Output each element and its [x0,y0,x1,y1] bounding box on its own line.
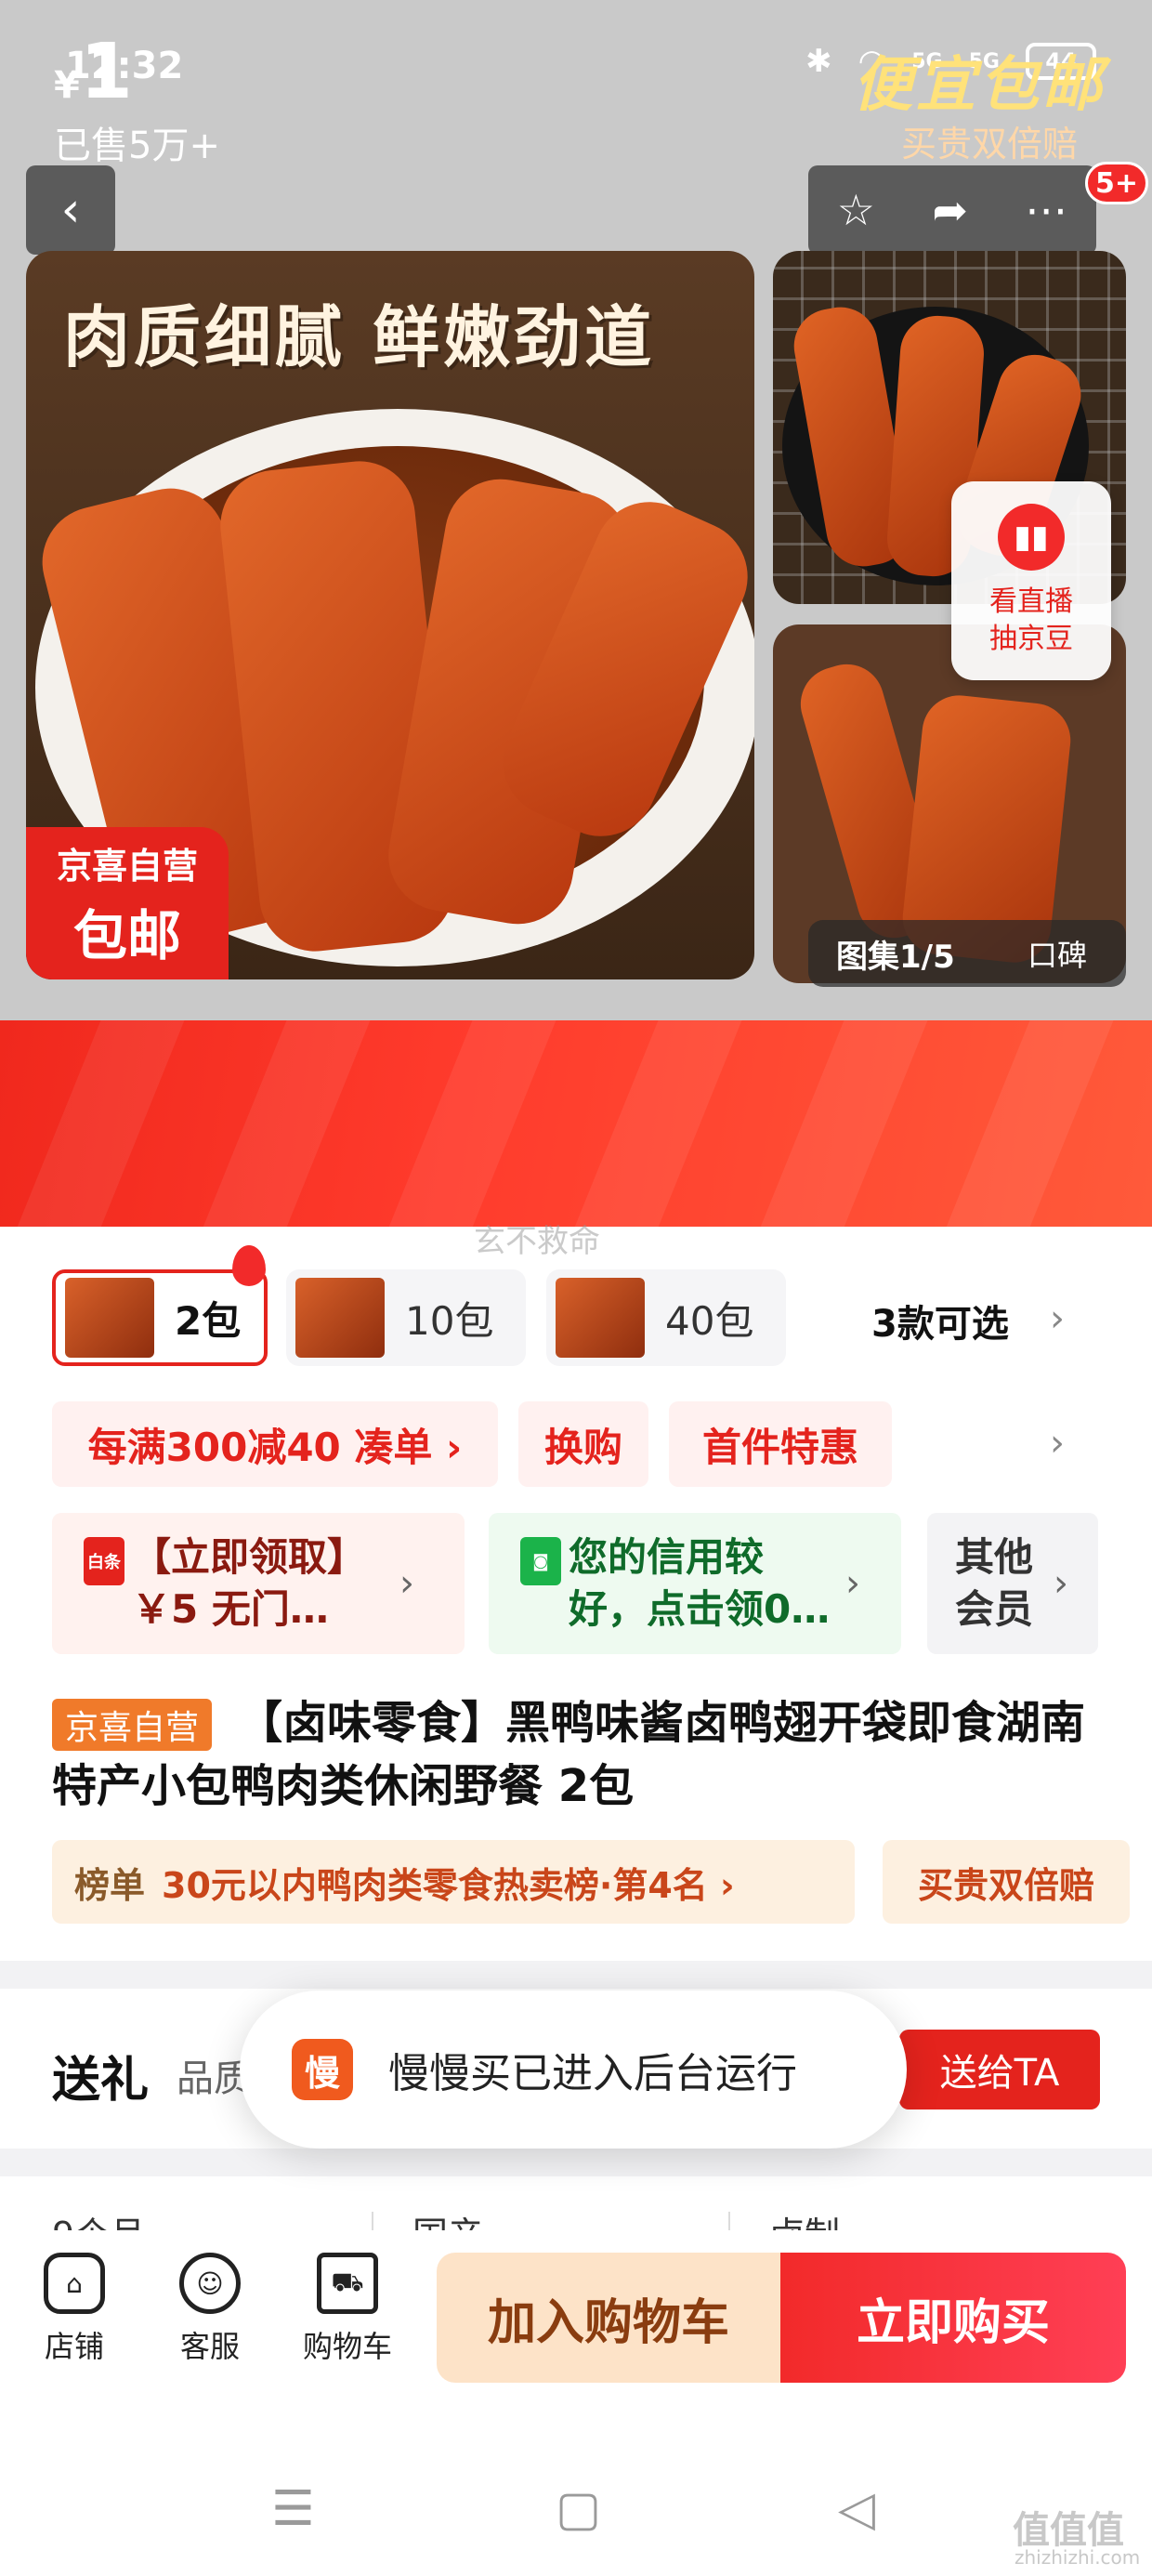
more-icon[interactable]: ⋯ [1025,185,1067,235]
variant-thumbnail [295,1278,385,1358]
cart-button[interactable]: ⛟ 购物车 [282,2253,412,2366]
live-icon: ▮▮ [998,504,1065,571]
benefit-card[interactable]: 其他会员 › [927,1513,1098,1654]
chevron-right-icon: › [845,1562,860,1605]
ranking-value: 30元以内鸭肉类零食热卖榜·第4名 › [162,1864,735,1906]
divider [0,1961,1152,1989]
buy-now-button[interactable]: 立即购买 [780,2253,1126,2383]
coupon-chip[interactable]: 每满300减40 凑单 › [52,1401,498,1487]
chevron-right-icon: › [399,1562,414,1605]
shipping-badge-line1: 京喜自营 [56,845,198,887]
coupon-chip[interactable]: 首件特惠 [669,1401,892,1487]
divider [0,2149,1152,2176]
star-icon[interactable]: ☆ [837,185,875,235]
shop-label: 店铺 [44,2329,104,2364]
toast-text: 慢慢买已进入后台运行 [388,2050,797,2097]
gallery-counter: 图集1/5 口碑 [808,920,1126,987]
back-icon[interactable]: ◁ [838,2481,875,2537]
variant-label: 10包 [405,1297,494,1344]
gallery-count[interactable]: 图集1/5 [808,931,1013,977]
price-guarantee[interactable]: 买贵双倍赔 [883,1840,1130,1924]
bluetooth-icon: ✱ [805,43,832,80]
wallet-icon: ◙ [520,1537,561,1585]
customer-service-button[interactable]: ☺ 客服 [145,2253,275,2366]
top-action-bar: ☆ ➦ ⋯ [808,165,1096,255]
cart-icon: ⛟ [317,2253,378,2314]
sold-count: 已售5万+ [54,125,220,167]
shipping-badge: 京喜自营 包邮 [26,827,229,979]
chevron-left-icon: ‹ [60,182,81,238]
background-toast: 慢 慢慢买已进入后台运行 [240,1991,907,2149]
variant-option[interactable]: 40包 [546,1269,786,1366]
chat-icon: ☺ [179,2253,241,2314]
ranking-key: 榜单 [74,1864,146,1906]
live-stream-button[interactable]: ▮▮ 看直播 抽京豆 [951,481,1111,680]
currency-symbol: ¥ [54,64,80,107]
image-watermark: 玄不救命 [474,1223,600,1260]
more-variants-link[interactable]: 3款可选 [871,1294,1009,1347]
live-line1: 看直播 [989,585,1073,618]
promo-subtitle: 买贵双倍赔 [900,124,1078,164]
shop-icon: ⌂ [44,2253,105,2314]
ranking-link[interactable]: 榜单 30元以内鸭肉类零食热卖榜·第4名 › [52,1840,855,1924]
home-icon[interactable]: ▢ [556,2481,601,2537]
send-gift-button[interactable]: 送给TA [899,2030,1100,2109]
benefit-card[interactable]: 白条 【立即领取】￥5 无门… › [52,1513,465,1654]
image-headline: 肉质细腻 鲜嫩劲道 [63,297,656,376]
variant-option[interactable]: 10包 [286,1269,526,1366]
site-watermark-url: zhizhizhi.com [1015,2546,1141,2569]
coupon-chip[interactable]: 换购 [518,1401,648,1487]
product-tag: 京喜自营 [52,1699,213,1751]
main-product-image[interactable]: 肉质细腻 鲜嫩劲道 京喜自营 包邮 [26,251,754,979]
message-badge: 5+ [1085,162,1149,204]
live-line2: 抽京豆 [989,623,1073,655]
menu-icon[interactable]: ☰ [271,2481,315,2537]
shipping-badge-line2: 包邮 [72,903,181,967]
service-label: 客服 [179,2329,240,2364]
add-to-cart-button[interactable]: 加入购物车 [437,2253,780,2383]
benefit-card[interactable]: ◙ 您的信用较好，点击领0… › [489,1513,901,1654]
chevron-right-icon[interactable]: › [1050,1422,1065,1465]
variant-thumbnail [556,1278,645,1358]
back-button[interactable]: ‹ [26,165,115,255]
baitiao-icon: 白条 [84,1537,124,1585]
price-value: 1 [79,28,133,116]
promo-title: 便宜包邮 [853,51,1106,120]
hot-icon [232,1245,266,1286]
variant-thumbnail [65,1278,154,1358]
shop-button[interactable]: ⌂ 店铺 [9,2253,139,2366]
benefit-text: 【立即领取】￥5 无门… [132,1534,367,1632]
benefit-text: 其他会员 [955,1534,1034,1632]
price: ¥1 [54,28,133,116]
price-band [0,1020,1152,1227]
variant-label: 2包 [175,1297,242,1344]
chevron-right-icon: › [1050,1297,1065,1340]
chevron-right-icon: › [1054,1562,1068,1605]
variant-option[interactable]: 2包 [52,1269,268,1366]
app-icon: 慢 [292,2039,353,2100]
share-icon[interactable]: ➦ [932,185,968,235]
gift-label: 送礼 [52,2053,150,2109]
cart-label: 购物车 [302,2329,392,2364]
variant-label: 40包 [665,1297,754,1344]
benefit-text: 您的信用较好，点击领0… [569,1534,831,1632]
review-tab[interactable]: 口碑 [1013,932,1087,975]
